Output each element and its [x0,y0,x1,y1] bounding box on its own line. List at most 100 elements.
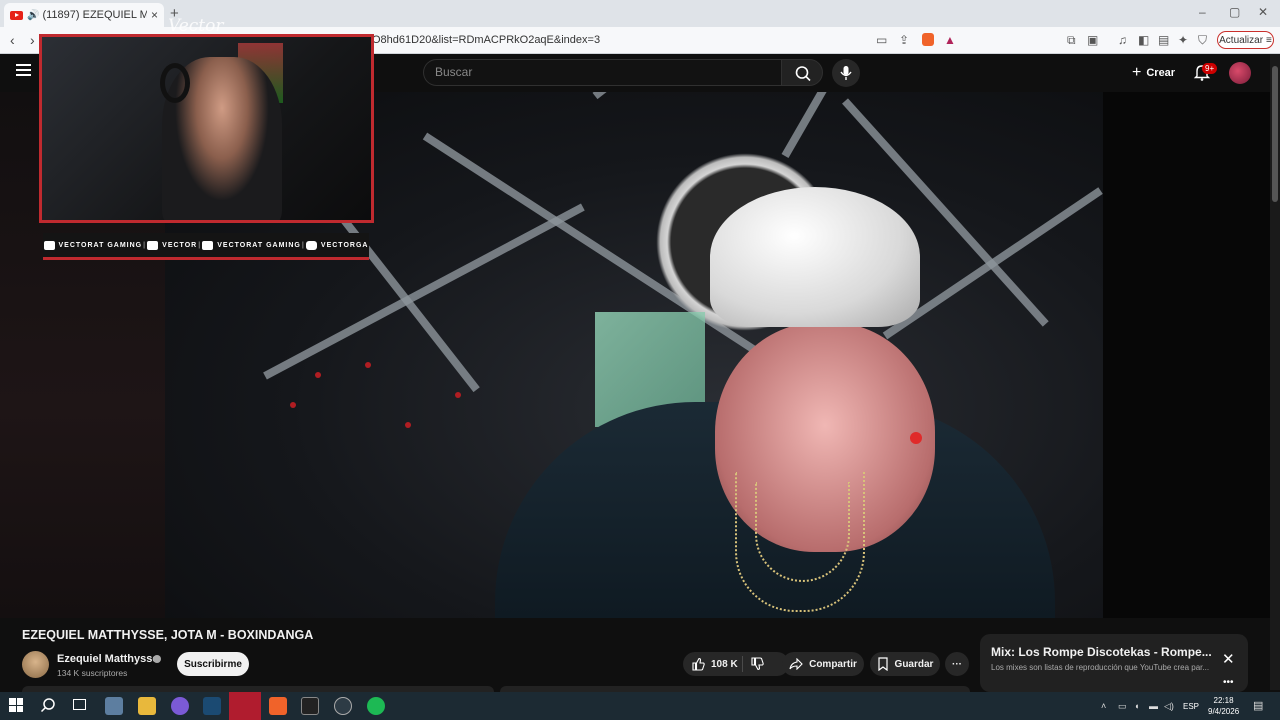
streamer-webcam-overlay [39,34,374,223]
save-button[interactable]: Guardar [870,652,940,676]
subscriber-count: 134 K suscriptores [57,668,128,678]
share-icon [789,658,803,670]
media-controls-icon[interactable]: ♫ [1118,33,1127,47]
channel-avatar[interactable] [22,651,49,678]
hamburger-icon: ≡ [1266,34,1272,46]
vpn-icon[interactable]: ⛉ [1198,33,1207,48]
thumbs-down-icon [751,657,764,671]
minimize-button[interactable]: – [1199,5,1206,19]
back-arrow-icon[interactable]: ‹ [10,32,15,48]
separator: | [143,241,147,249]
share-label: Compartir [809,658,857,670]
network-icon[interactable]: ▬ [1149,701,1158,711]
taskbar-search-icon[interactable] [40,697,56,718]
video-title: EZEQUIEL MATTHYSSE, JOTA M - BOXINDANGA [22,628,314,642]
search-input[interactable]: Buscar [423,59,781,86]
social-twitter: VECTORAT GAMING [202,240,301,250]
file-explorer-icon[interactable] [138,697,156,715]
twitter-icon [202,240,214,250]
mix-close-button[interactable]: ✕ [1222,650,1235,668]
tray-mic-icon[interactable]: ◖ [1134,701,1139,711]
taskbar-app-icon[interactable] [105,697,123,715]
wallet-icon[interactable]: ▤ [1158,33,1169,47]
tray-app-icon[interactable]: ▭ [1118,701,1127,712]
social-instagram: VECTORGA [305,240,369,250]
youtube-favicon-icon [10,10,23,20]
voice-search-button[interactable] [832,59,860,87]
brave-browser-icon[interactable] [269,697,287,715]
youtube-icon [43,240,55,250]
tab-close-button[interactable]: × [151,8,158,22]
separator: | [198,241,202,249]
create-label: Crear [1146,67,1176,79]
discord-icon[interactable] [171,697,189,715]
tab-title: (11897) EZEQUIEL MATTHYSSE [42,9,147,21]
tab-search-icon[interactable]: ▣ [1087,33,1098,47]
separator: | [301,241,305,249]
headset [160,63,190,103]
spotify-icon[interactable] [367,697,385,715]
share-button[interactable]: Compartir [782,652,864,676]
channel-name[interactable]: Ezequiel Matthysse [57,653,158,665]
notification-count-badge: 9+ [1202,63,1218,74]
stream-socials-bar: VECTORAT GAMING | VECTOR | VECTORAT GAMI… [43,233,369,260]
account-avatar[interactable] [1229,62,1251,84]
clock-time: 22:18 [1213,696,1234,705]
volume-icon[interactable]: ◁) [1164,701,1174,712]
active-app-icon[interactable] [236,697,254,715]
extensions-icon[interactable]: ⧉ [1067,33,1076,48]
search-button[interactable] [781,59,823,86]
obs-icon[interactable] [334,697,352,715]
like-divider [742,656,743,672]
dislike-button[interactable] [750,657,766,678]
clock-date: 9/4/2026 [1208,707,1240,716]
like-count: 108 K [711,658,738,670]
tray-overflow-icon[interactable]: ˄ [1101,701,1106,711]
windows-taskbar [0,692,1280,720]
scrollbar-thumb[interactable] [1272,66,1278,202]
plus-icon: + [1132,64,1142,81]
save-label: Guardar [894,658,934,670]
bookmark-icon [877,657,888,671]
update-button[interactable]: Actualizar ≡ [1217,31,1274,49]
microphone-icon [840,66,852,80]
mix-menu-button[interactable]: ••• [1223,677,1234,688]
social-twitch: VECTOR [147,240,197,250]
subscribe-button[interactable]: Suscribirme [177,652,249,676]
sidebar-icon[interactable]: ◧ [1138,33,1149,47]
share-page-icon[interactable]: ⇪ [899,33,909,47]
maximize-button[interactable]: ▢ [1229,5,1240,19]
speaker-icon[interactable]: 🔊 [27,10,39,21]
update-label: Actualizar [1219,34,1264,46]
forward-arrow-icon[interactable]: › [30,32,35,48]
steam-icon[interactable] [203,697,221,715]
install-app-icon[interactable]: ▭ [876,33,887,47]
task-view-icon[interactable] [73,699,86,710]
leo-ai-icon[interactable]: ✦ [1178,33,1188,47]
mix-description: Los mixes son listas de reproducción que… [991,663,1210,672]
windows-start-icon[interactable] [9,698,23,712]
mix-title[interactable]: Mix: Los Rompe Discotekas - Rompe... [991,645,1211,659]
taskbar-app-icon[interactable] [301,697,319,715]
twitch-icon [147,240,159,250]
video-letterbox-right [1103,92,1270,618]
url-field[interactable]: O8hd61D20&list=RDmACPRkO2aqE&index=3 [372,34,600,46]
instagram-icon [305,240,317,250]
stream-logo: Vector [168,16,224,36]
brave-shield-icon[interactable] [922,33,934,46]
thumbs-up-icon [692,657,705,671]
notification-center-icon[interactable]: ▤ [1253,699,1263,712]
singer-cap [710,187,920,327]
search-icon [795,66,811,82]
system-clock[interactable]: 22:18 9/4/2026 [1208,695,1239,717]
input-language[interactable]: ESP [1183,702,1199,711]
guide-menu-icon[interactable] [16,64,31,76]
browser-tab[interactable]: 🔊 (11897) EZEQUIEL MATTHYSSE × [4,3,164,27]
brave-rewards-icon[interactable]: ▲ [944,33,956,47]
more-actions-button[interactable]: ··· [945,652,969,676]
social-youtube: VECTORAT GAMING [43,240,143,250]
create-button[interactable]: + Crear [1124,61,1183,85]
window-close-button[interactable]: ✕ [1258,5,1268,19]
verified-badge-icon [153,655,161,663]
like-button[interactable]: 108 K [683,652,789,676]
